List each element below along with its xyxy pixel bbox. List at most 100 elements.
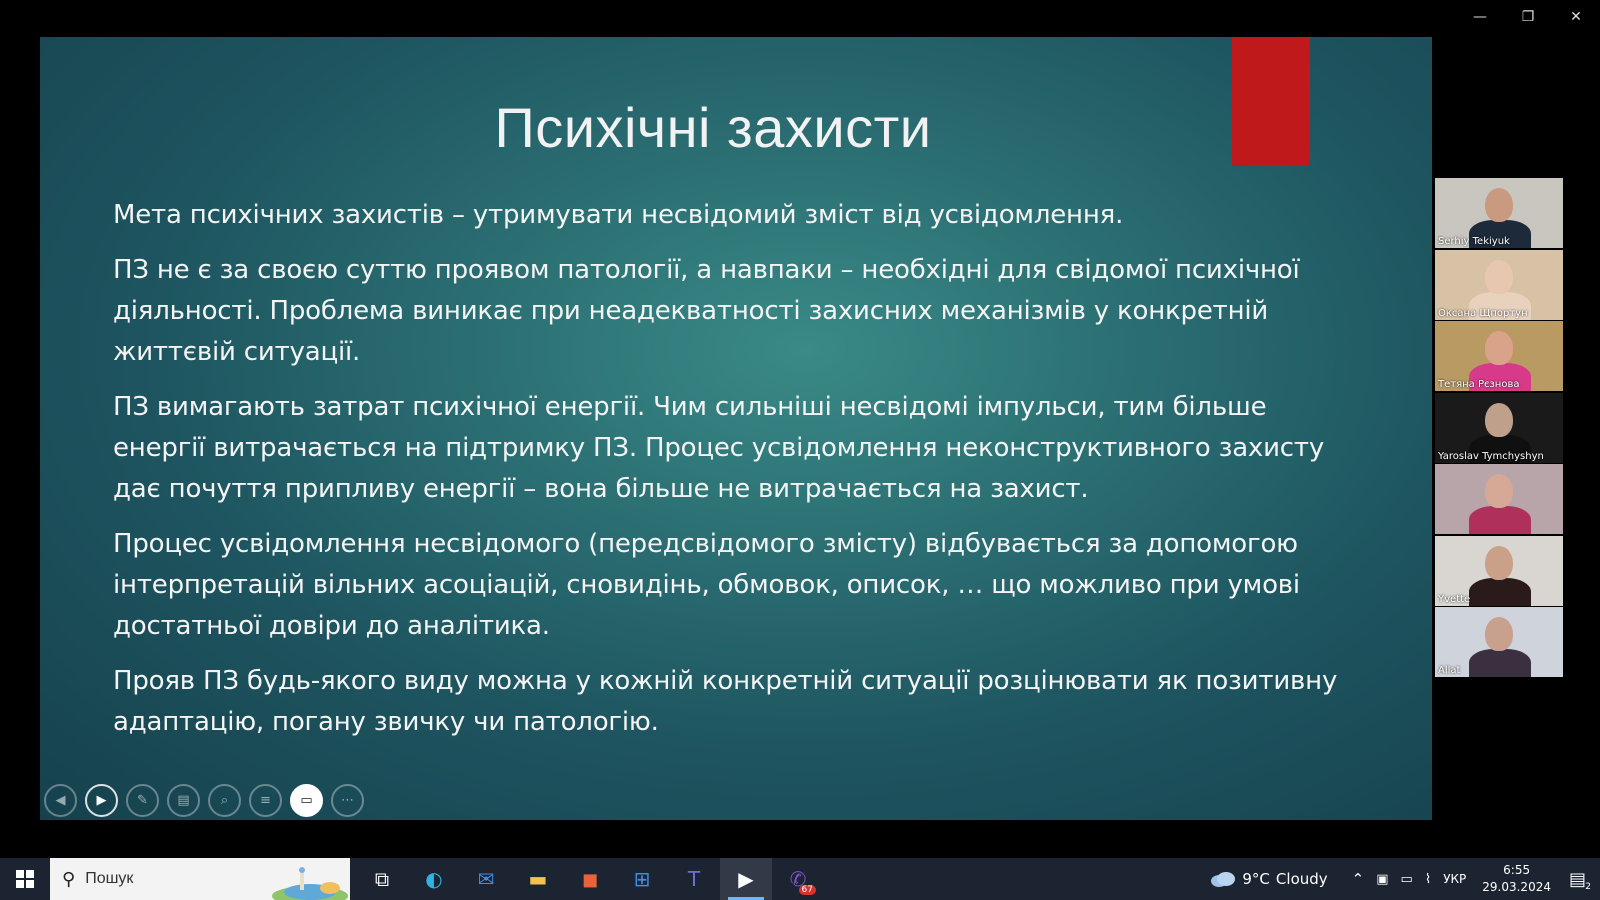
participants-panel: Serhiy Tekiyuk Оксана Щпортун Тетяна Рєзно…: [1435, 178, 1563, 679]
clock-time: 6:55: [1503, 863, 1531, 877]
slideshow-toolbar: ◀ ▶ ✎ ▤ ⌕ ≡ ▭ ⋯: [44, 784, 364, 817]
participant-name: Yaroslav Tymchyshyn: [1438, 450, 1544, 462]
taskbar-app-task-view[interactable]: ⧉: [356, 858, 408, 900]
next-button[interactable]: ▶: [85, 784, 118, 817]
chevron-up-icon: ⌃: [1351, 870, 1365, 888]
close-button[interactable]: ✕: [1552, 0, 1600, 34]
show-hidden-icons-button[interactable]: ⌃: [1346, 870, 1371, 888]
slide-body: Мета психічних захистів – утримувати нес…: [113, 195, 1363, 757]
windows-icon: [16, 870, 34, 888]
participant-body: [1469, 577, 1531, 606]
play-icon: ▶: [96, 793, 107, 808]
participant-face: [1485, 331, 1513, 365]
taskbar-app-slideshow[interactable]: ▶: [720, 858, 772, 900]
clock[interactable]: 6:55 29.03.2024: [1472, 862, 1561, 896]
zoom-icon: ⌕: [220, 793, 229, 808]
taskbar-app-file-explorer[interactable]: ▬: [512, 858, 564, 900]
display-icon: ▭: [1400, 871, 1413, 887]
slide-paragraph: Прояв ПЗ будь-якого виду можна у кожній …: [113, 666, 1338, 737]
participant-name: Serhiy Tekiyuk: [1438, 236, 1510, 247]
display-button[interactable]: ▭: [1395, 872, 1419, 887]
prev-icon: ◀: [55, 793, 66, 808]
participant-face: [1485, 474, 1513, 508]
subtitles-icon: ≡: [260, 793, 271, 808]
participant-name: Allat: [1438, 665, 1461, 676]
participant-name: Тетяна Рєзнова: [1438, 379, 1520, 390]
app-window: — ❐ ✕ Психічні захисти Мета психічних за…: [0, 0, 1600, 858]
weather-temp: 9°C: [1242, 870, 1270, 888]
edge-icon: ◐: [425, 867, 443, 891]
pen-icon: ✎: [137, 793, 148, 808]
taskbar: ⚲ Пошук ⧉ ◐ ✉ ▬ ◼ ⊞ T ▶ ✆ 67 9°C Cloudy ⌃ ▣ ▭ ⌇ У…: [0, 858, 1600, 900]
participant-tile[interactable]: Тетяна Рєзнова: [1435, 321, 1563, 391]
slide-title: Психічні захисти: [494, 96, 932, 159]
teams-icon: T: [687, 867, 701, 891]
participant-tile[interactable]: Serhiy Tekiyuk: [1435, 178, 1563, 248]
app-badge: 67: [798, 885, 816, 895]
cloud-icon: [1211, 872, 1236, 887]
camera-icon: ▭: [300, 793, 313, 808]
more-icon: ⋯: [341, 793, 354, 808]
notification-icon: ▤: [1568, 868, 1586, 890]
participant-tile[interactable]: Yvette: [1435, 535, 1563, 606]
network-icon: ⌇: [1424, 871, 1432, 887]
participant-face: [1485, 545, 1513, 580]
presentation-slide[interactable]: Психічні захисти Мета психічних захистів…: [40, 37, 1432, 820]
taskbar-search[interactable]: ⚲ Пошук: [50, 858, 350, 900]
search-placeholder: Пошук: [85, 870, 134, 887]
weather-condition: Cloudy: [1275, 870, 1328, 888]
participant-tile[interactable]: Allat: [1435, 607, 1563, 677]
taskbar-app-teams[interactable]: T: [668, 858, 720, 900]
zoom-button[interactable]: ⌕: [208, 784, 241, 817]
slides-icon: ▤: [177, 793, 190, 808]
participant-name: Оксана Щпортун: [1438, 307, 1528, 319]
more-button[interactable]: ⋯: [331, 784, 364, 817]
slide-paragraph: ПЗ не є за своєю суттю проявом патології…: [113, 255, 1300, 367]
window-controls: — ❐ ✕: [1456, 0, 1600, 34]
start-button[interactable]: [0, 858, 50, 900]
task-view-icon: ⧉: [374, 867, 390, 891]
participant-face: [1485, 402, 1513, 437]
clock-date: 29.03.2024: [1482, 880, 1551, 894]
search-highlight-icon: [272, 867, 348, 900]
system-tray: 9°C Cloudy ⌃ ▣ ▭ ⌇ УКР 6:55 29.03.2024 ▤…: [1204, 858, 1600, 900]
participant-tile[interactable]: [1435, 464, 1563, 534]
notifications-badge: 2: [1585, 881, 1591, 892]
participant-name: Yvette: [1438, 593, 1471, 605]
taskbar-app-viber[interactable]: ✆ 67: [772, 858, 824, 900]
participant-face: [1485, 188, 1513, 222]
previous-button[interactable]: ◀: [44, 784, 77, 817]
participant-body: [1469, 506, 1531, 534]
mail-icon: ✉: [477, 867, 495, 891]
taskbar-app-office[interactable]: ◼: [564, 858, 616, 900]
office-icon: ◼: [581, 867, 599, 891]
participant-tile[interactable]: Оксана Щпортун: [1435, 249, 1563, 320]
language-indicator[interactable]: УКР: [1437, 872, 1472, 886]
taskbar-apps: ⧉ ◐ ✉ ▬ ◼ ⊞ T ▶ ✆ 67: [356, 858, 824, 900]
subtitles-button[interactable]: ≡: [249, 784, 282, 817]
taskbar-app-edge[interactable]: ◐: [408, 858, 460, 900]
search-icon: ⚲: [62, 868, 76, 890]
camera-button[interactable]: ▭: [290, 784, 323, 817]
participant-tile[interactable]: Yaroslav Tymchyshyn: [1435, 392, 1563, 463]
restore-button[interactable]: ❐: [1504, 0, 1552, 34]
slides-button[interactable]: ▤: [167, 784, 200, 817]
slide-paragraph: Мета психічних захистів – утримувати нес…: [113, 200, 1124, 230]
slide-paragraph: Процес усвідомлення несвідомого (передсв…: [113, 529, 1300, 641]
participant-body: [1469, 649, 1531, 677]
slide-paragraph: ПЗ вимагають затрат психічної енергії. Ч…: [113, 392, 1325, 504]
folder-icon: ▬: [528, 867, 548, 891]
play-icon: ▶: [738, 867, 754, 891]
language-label: УКР: [1443, 872, 1467, 886]
notifications-button[interactable]: ▤ 2: [1561, 868, 1600, 892]
camera-icon: ▣: [1376, 871, 1389, 887]
store-icon: ⊞: [633, 867, 651, 891]
pen-button[interactable]: ✎: [126, 784, 159, 817]
network-button[interactable]: ⌇: [1419, 872, 1437, 887]
participant-face: [1485, 617, 1513, 651]
taskbar-app-mail[interactable]: ✉: [460, 858, 512, 900]
weather-widget[interactable]: 9°C Cloudy: [1204, 870, 1333, 888]
minimize-button[interactable]: —: [1456, 0, 1504, 34]
meet-now-button[interactable]: ▣: [1370, 872, 1394, 887]
taskbar-app-store[interactable]: ⊞: [616, 858, 668, 900]
